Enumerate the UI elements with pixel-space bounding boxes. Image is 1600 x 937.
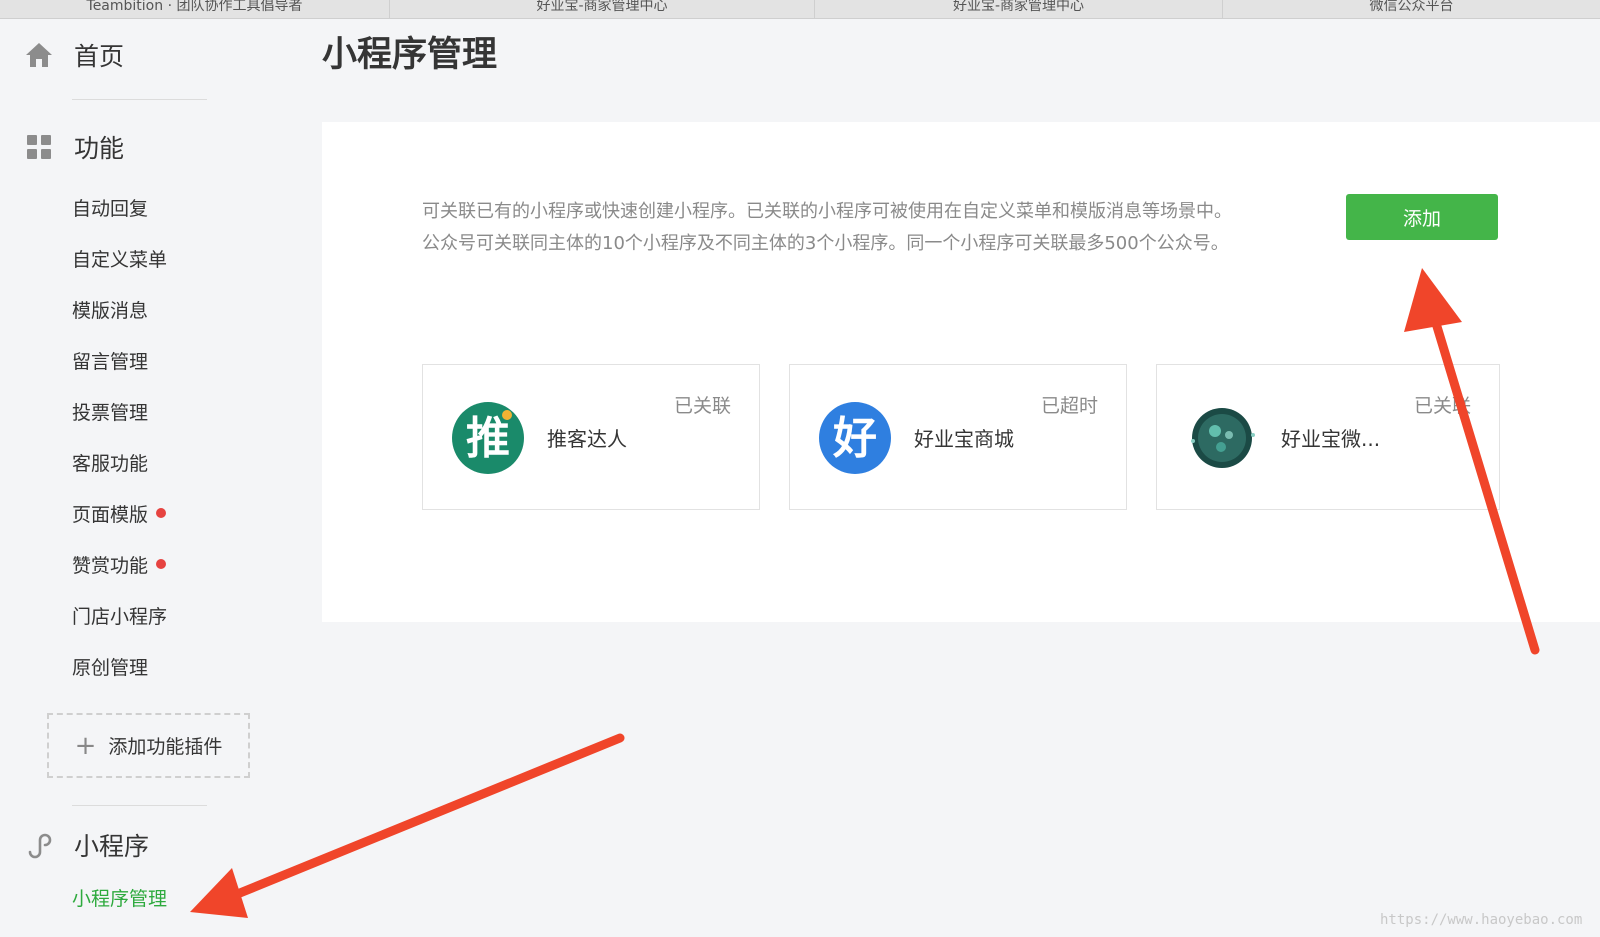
plus-icon: +: [74, 730, 97, 761]
add-button[interactable]: 添加: [1346, 194, 1498, 240]
miniprogram-logo-icon: [1191, 408, 1255, 468]
status-badge: 已关联: [1413, 395, 1471, 417]
description-line: 可关联已有的小程序或快速创建小程序。已关联的小程序可被使用在自定义菜单和模版消息…: [422, 201, 1232, 222]
sidebar: 首页 功能 自动回复 自定义菜单 模版消息 留言管理 投票管理 客服功能 页面模…: [0, 19, 300, 937]
sidebar-item-label: 赞赏功能: [72, 554, 149, 577]
sidebar-item-miniprogram-manage[interactable]: 小程序管理: [72, 882, 167, 912]
svg-text:推: 推: [466, 413, 510, 464]
sidebar-item-label: 自定义菜单: [72, 248, 168, 271]
sidebar-item-customer-service[interactable]: 客服功能: [72, 447, 148, 477]
miniprogram-name: 好业宝微...: [1281, 427, 1381, 451]
add-plugin-button[interactable]: + 添加功能插件: [47, 713, 250, 778]
sidebar-item-template-message[interactable]: 模版消息: [72, 294, 148, 324]
sidebar-item-reward[interactable]: 赞赏功能: [72, 549, 167, 579]
miniprogram-card[interactable]: 已超时 好 好业宝商城: [789, 364, 1127, 510]
sidebar-item-label: 留言管理: [72, 350, 149, 373]
new-badge-dot: [156, 559, 167, 569]
sidebar-item-store-miniprogram[interactable]: 门店小程序: [72, 600, 167, 630]
sidebar-divider: [72, 805, 207, 806]
miniprogram-card-list: 已关联 推 推客达人 已超时 好 好业宝商城 已关联 好业宝微...: [422, 364, 1500, 510]
miniprogram-name: 好业宝商城: [914, 427, 1014, 451]
haoye-logo-icon: 好: [819, 402, 891, 474]
svg-text:好: 好: [832, 413, 877, 464]
sidebar-item-label: 客服功能: [72, 452, 149, 475]
browser-tab[interactable]: 好业宝-商家管理中心: [390, 0, 815, 19]
add-plugin-label: 添加功能插件: [108, 736, 223, 758]
sidebar-divider: [72, 99, 207, 100]
miniprogram-label: 小程序: [74, 832, 150, 861]
sidebar-item-comments[interactable]: 留言管理: [72, 345, 148, 375]
sidebar-item-label: 门店小程序: [72, 605, 168, 628]
sidebar-item-original[interactable]: 原创管理: [72, 651, 148, 681]
sidebar-item-label: 页面模版: [72, 503, 149, 526]
tuike-logo-icon: 推: [452, 402, 524, 474]
sidebar-section-miniprogram[interactable]: 小程序: [24, 825, 149, 865]
miniprogram-panel: 可关联已有的小程序或快速创建小程序。已关联的小程序可被使用在自定义菜单和模版消息…: [322, 122, 1600, 622]
miniprogram-card[interactable]: 已关联 推 推客达人: [422, 364, 760, 510]
home-icon: [24, 40, 54, 70]
sidebar-item-voting[interactable]: 投票管理: [72, 396, 148, 426]
features-label: 功能: [74, 134, 125, 163]
browser-tab[interactable]: 好业宝-商家管理中心: [815, 0, 1223, 19]
miniprogram-icon: [24, 830, 54, 860]
status-badge: 已超时: [1040, 395, 1098, 417]
sidebar-item-label: 投票管理: [72, 401, 149, 424]
description: 可关联已有的小程序或快速创建小程序。已关联的小程序可被使用在自定义菜单和模版消息…: [422, 196, 1292, 260]
sidebar-item-auto-reply[interactable]: 自动回复: [72, 192, 148, 222]
miniprogram-card[interactable]: 已关联 好业宝微...: [1156, 364, 1500, 510]
sidebar-item-label: 自动回复: [72, 197, 149, 220]
browser-tab-bar: Teambition · 团队协作工具倡导者 好业宝-商家管理中心 好业宝-商家…: [0, 0, 1600, 19]
miniprogram-name: 推客达人: [547, 427, 627, 451]
sidebar-item-label: 模版消息: [72, 299, 149, 322]
sidebar-item-home[interactable]: 首页: [24, 35, 124, 75]
browser-tab[interactable]: 微信公众平台: [1223, 0, 1600, 19]
new-badge-dot: [156, 508, 167, 518]
sidebar-item-label: 原创管理: [72, 656, 149, 679]
description-line: 公众号可关联同主体的10个小程序及不同主体的3个小程序。同一个小程序可关联最多5…: [422, 233, 1229, 254]
sidebar-item-label: 小程序管理: [72, 887, 168, 910]
browser-tab[interactable]: Teambition · 团队协作工具倡导者: [0, 0, 390, 19]
watermark: https://www.haoyebao.com: [1380, 912, 1583, 928]
sidebar-item-custom-menu[interactable]: 自定义菜单: [72, 243, 167, 273]
status-badge: 已关联: [673, 395, 731, 417]
grid-icon: [24, 132, 54, 162]
page-title: 小程序管理: [322, 35, 498, 75]
sidebar-item-page-template[interactable]: 页面模版: [72, 498, 167, 528]
sidebar-section-features[interactable]: 功能: [24, 127, 124, 167]
home-label: 首页: [74, 42, 125, 71]
